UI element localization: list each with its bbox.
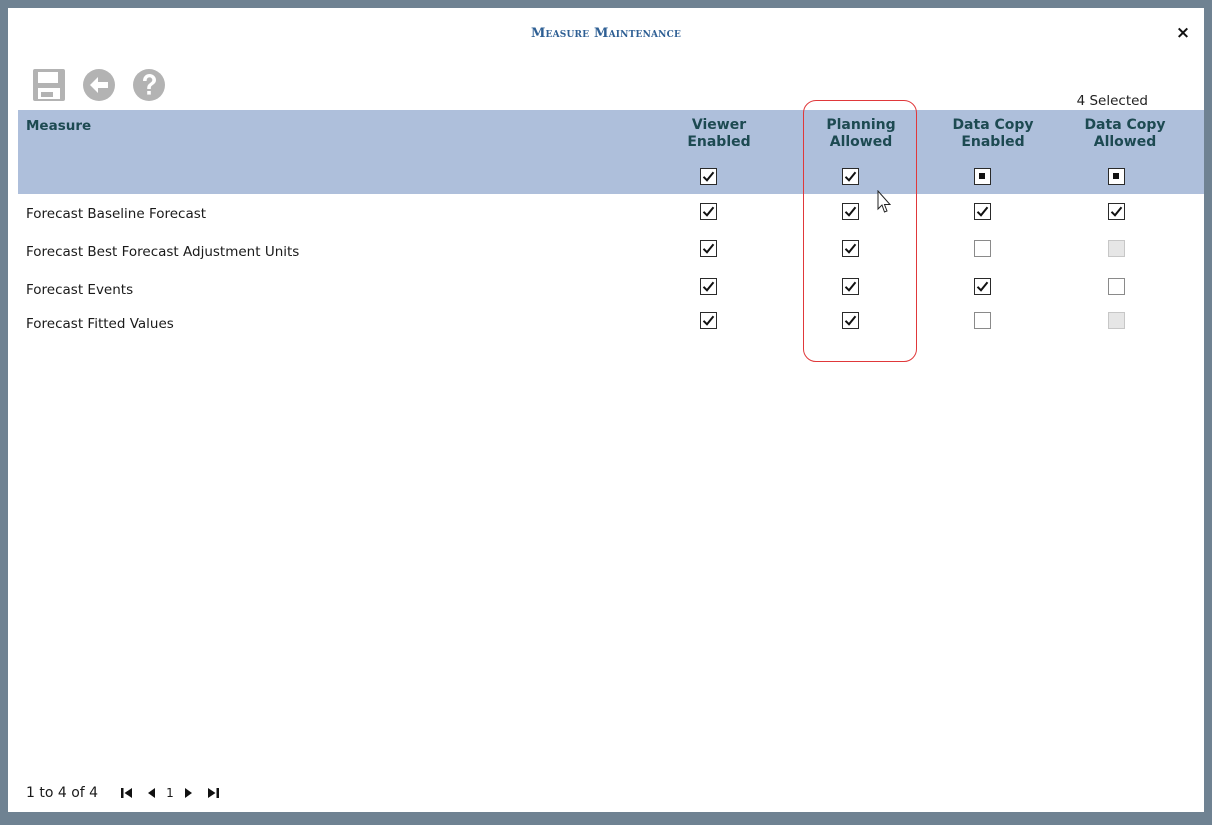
data-copy-allowed-checkbox	[1108, 312, 1125, 329]
column-header-data-copy-allowed[interactable]: Data Copy Allowed	[1070, 117, 1180, 151]
pagination: 1 to 4 of 4 1	[26, 784, 220, 802]
dialog-title: Measure Maintenance	[530, 26, 682, 41]
data-copy-enabled-checkbox[interactable]	[974, 203, 991, 220]
column-header-viewer-enabled[interactable]: Viewer Enabled	[664, 117, 774, 151]
mouse-cursor-icon	[877, 190, 892, 213]
first-page-button[interactable]	[120, 784, 134, 802]
help-icon	[133, 69, 165, 101]
current-page-number: 1	[166, 786, 174, 800]
viewer-enabled-checkbox[interactable]	[700, 278, 717, 295]
row-measure-label: Forecast Baseline Forecast	[26, 206, 207, 222]
planning-allowed-checkbox[interactable]	[842, 240, 859, 257]
data-copy-enabled-checkbox[interactable]	[974, 312, 991, 329]
select-all-viewer-enabled-checkbox[interactable]	[700, 168, 717, 185]
data-copy-enabled-checkbox[interactable]	[974, 240, 991, 257]
selected-count: 4 Selected	[1076, 93, 1148, 109]
save-icon	[33, 69, 65, 101]
column-header-measure[interactable]: Measure	[26, 118, 91, 134]
measure-maintenance-dialog: Measure Maintenance × 4 Selected Measure…	[8, 8, 1204, 812]
select-all-planning-allowed-checkbox[interactable]	[842, 168, 859, 185]
data-copy-allowed-checkbox[interactable]	[1108, 203, 1125, 220]
close-button[interactable]: ×	[1172, 22, 1194, 44]
row-measure-label: Forecast Fitted Values	[26, 316, 174, 332]
data-copy-allowed-checkbox	[1108, 240, 1125, 257]
pagination-range: 1 to 4 of 4	[26, 785, 99, 801]
back-button[interactable]	[80, 66, 118, 104]
table-header: Measure Viewer Enabled Planning Allowed …	[18, 110, 1204, 194]
column-header-planning-allowed[interactable]: Planning Allowed	[806, 117, 916, 151]
planning-allowed-checkbox[interactable]	[842, 278, 859, 295]
help-button[interactable]	[130, 66, 168, 104]
select-all-data-copy-allowed-checkbox[interactable]	[1108, 168, 1125, 185]
next-page-icon	[184, 788, 192, 798]
viewer-enabled-checkbox[interactable]	[700, 240, 717, 257]
viewer-enabled-checkbox[interactable]	[700, 312, 717, 329]
row-measure-label: Forecast Best Forecast Adjustment Units	[26, 244, 300, 260]
back-arrow-icon	[83, 69, 115, 101]
planning-allowed-checkbox[interactable]	[842, 312, 859, 329]
first-page-icon	[121, 788, 133, 798]
viewer-enabled-checkbox[interactable]	[700, 203, 717, 220]
row-measure-label: Forecast Events	[26, 282, 134, 298]
previous-page-icon	[148, 788, 156, 798]
previous-page-button[interactable]	[146, 784, 156, 802]
data-copy-enabled-checkbox[interactable]	[974, 278, 991, 295]
planning-allowed-checkbox[interactable]	[842, 203, 859, 220]
next-page-button[interactable]	[184, 784, 194, 802]
select-all-data-copy-enabled-checkbox[interactable]	[974, 168, 991, 185]
title-bar: Measure Maintenance ×	[8, 8, 1204, 60]
toolbar: 4 Selected	[8, 60, 1204, 110]
last-page-button[interactable]	[206, 784, 220, 802]
save-button[interactable]	[30, 66, 68, 104]
data-copy-allowed-checkbox[interactable]	[1108, 278, 1125, 295]
column-header-data-copy-enabled[interactable]: Data Copy Enabled	[938, 117, 1048, 151]
last-page-icon	[207, 788, 219, 798]
